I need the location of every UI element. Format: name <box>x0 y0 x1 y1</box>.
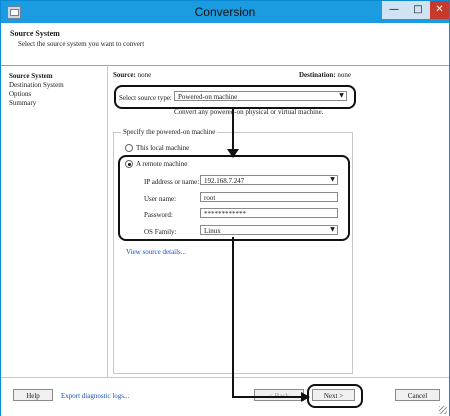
arrowhead-remote <box>227 149 239 158</box>
arrow-remote-to-next <box>232 237 303 398</box>
conversion-window: Conversion — □ ✕ Source System Select th… <box>0 0 450 416</box>
annotation-arrows <box>227 107 310 402</box>
arrowhead-next <box>301 392 310 402</box>
